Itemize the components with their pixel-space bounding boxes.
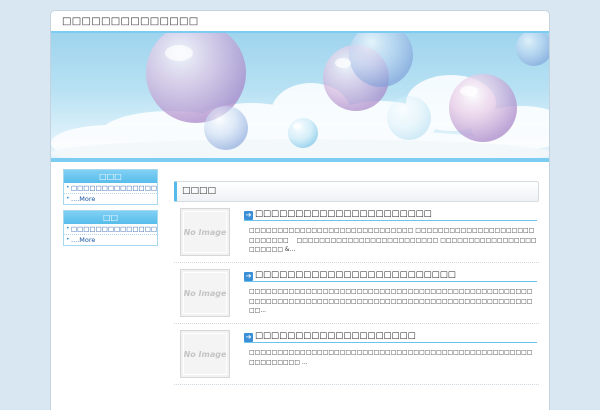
no-image-label: No Image: [183, 349, 227, 359]
header-banner-image: [51, 31, 549, 162]
sidebar: □□□ •□□□□□□□□□□□□□□□□□□□□□□□□ •....More …: [63, 169, 158, 251]
post-thumbnail[interactable]: No Image: [180, 208, 230, 256]
arrow-right-icon: ➔: [244, 211, 253, 220]
sidebar-widget-1: □□□ •□□□□□□□□□□□□□□□□□□□□□□□□ •....More: [63, 169, 158, 205]
no-image-placeholder: No Image: [184, 334, 226, 374]
widget-title: □□: [64, 211, 157, 224]
no-image-label: No Image: [183, 227, 227, 237]
no-image-label: No Image: [183, 288, 227, 298]
post-excerpt: □□□□□□□□□□□□□□□□□□□□□□□□□□□□□□□□□□□□□□□□…: [249, 349, 533, 366]
no-image-placeholder: No Image: [184, 273, 226, 313]
main-content: □□□□ No Image ➔ □□□□□□□□□□□□□□□□□□□□□□ □□…: [174, 181, 539, 385]
arrow-right-icon: ➔: [244, 333, 253, 342]
post-excerpt: □□□□□□□□□□□□□□□□□□□□□□□□□□□□□ □□□□□□□□□□…: [249, 227, 537, 253]
widget-more-link[interactable]: • ....More: [64, 194, 157, 204]
site-title[interactable]: □□□□□□□□□□□□□□: [62, 16, 198, 27]
post-thumbnail[interactable]: No Image: [180, 330, 230, 378]
post-excerpt: □□□□□□□□□□□□□□□□□□□□□□□□□□□□□□□□□□□□□□□□…: [249, 288, 533, 314]
widget-link-label: □□□□□□□□□□□□□□□□□□□□□□□□: [71, 184, 157, 192]
widget-list: •□□□□□□□□□□□□□□□□□□□□□□□□ •....More: [64, 183, 157, 204]
widget-more-label: ....More: [71, 236, 96, 244]
post-title-text: □□□□□□□□□□□□□□□□□□□□: [255, 331, 416, 341]
post-title-link[interactable]: ➔ □□□□□□□□□□□□□□□□□□□□□□□□□: [244, 269, 537, 282]
post-item: No Image ➔ □□□□□□□□□□□□□□□□□□□□□□ □□□□□□□…: [174, 202, 539, 263]
post-title-link[interactable]: ➔ □□□□□□□□□□□□□□□□□□□□: [244, 330, 537, 343]
arrow-right-icon: ➔: [244, 272, 253, 281]
page-container: □□□□□□□□□□□□□□ □□□ • □□□□□□□□□□□□□□ • ..…: [50, 10, 550, 410]
widget-more-label: ....More: [71, 195, 96, 203]
no-image-placeholder: No Image: [184, 212, 226, 252]
widget-link[interactable]: •□□□□□□□□□□□□□□□□□□□□: [64, 224, 157, 235]
post-thumbnail[interactable]: No Image: [180, 269, 230, 317]
sidebar-widget-2: □□ •□□□□□□□□□□□□□□□□□□□□ •....More: [63, 210, 158, 246]
widget-link-label: □□□□□□□□□□□□□□□□□□□□: [71, 225, 157, 233]
post-title-text: □□□□□□□□□□□□□□□□□□□□□□□□□: [255, 270, 456, 280]
bullet-icon: •: [66, 236, 70, 243]
widget-more-link[interactable]: • ....More: [64, 235, 157, 245]
widget-link[interactable]: •□□□□□□□□□□□□□□□□□□□□□□□□: [64, 183, 157, 194]
post-item: No Image ➔ □□□□□□□□□□□□□□□□□□□□□□□□□ □□□□…: [174, 263, 539, 324]
bubbles-sky-illustration: [51, 33, 549, 158]
bullet-icon: •: [66, 225, 70, 232]
post-title-text: □□□□□□□□□□□□□□□□□□□□□□: [255, 209, 432, 219]
widget-list: •□□□□□□□□□□□□□□□□□□□□ •....More: [64, 224, 157, 245]
bullet-icon: •: [66, 195, 70, 202]
bullet-icon: •: [66, 184, 70, 191]
post-title-link[interactable]: ➔ □□□□□□□□□□□□□□□□□□□□□□: [244, 208, 537, 221]
widget-title: □□□: [64, 170, 157, 183]
section-title: □□□□: [174, 181, 539, 202]
post-item: No Image ➔ □□□□□□□□□□□□□□□□□□□□ □□□□□□□□□…: [174, 324, 539, 385]
